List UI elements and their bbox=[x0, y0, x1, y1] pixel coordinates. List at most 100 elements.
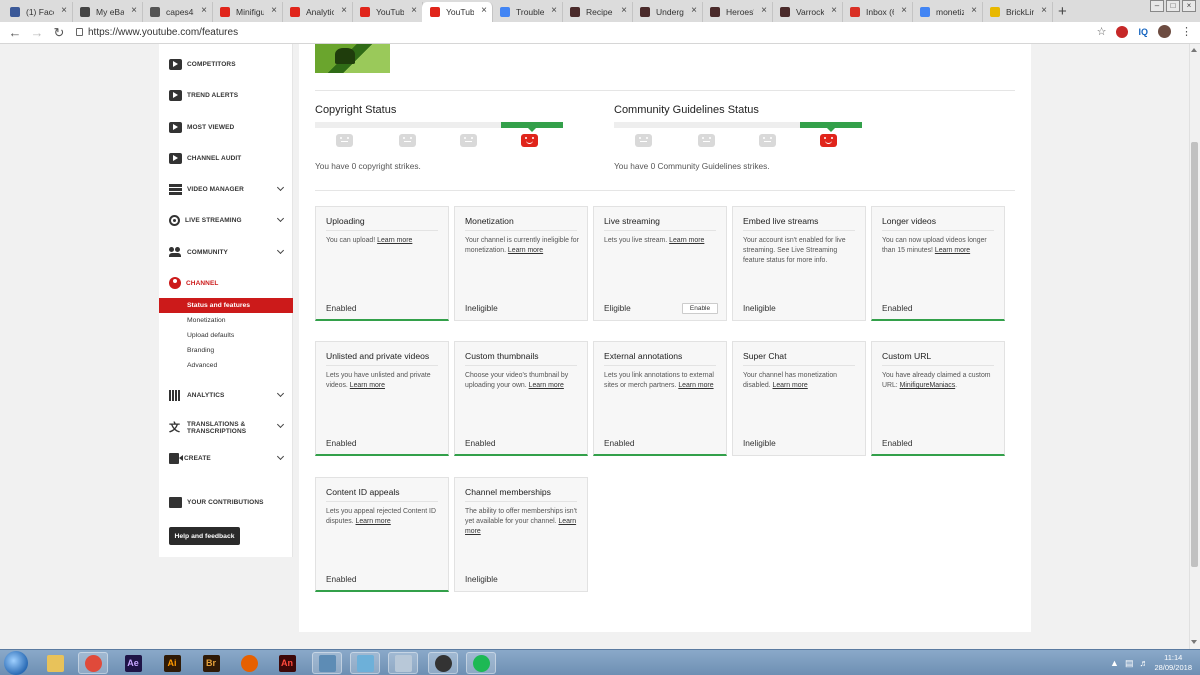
browser-tab[interactable]: (1) Faceb × bbox=[2, 2, 73, 22]
help-feedback-button[interactable]: Help and feedback bbox=[169, 527, 240, 545]
taskbar-app-spotify[interactable] bbox=[466, 652, 496, 674]
new-tab-button[interactable]: + bbox=[1058, 2, 1067, 22]
url-field[interactable]: https://www.youtube.com/features bbox=[88, 27, 238, 38]
learn-more-link[interactable]: Learn more bbox=[669, 237, 704, 244]
scroll-down-icon[interactable] bbox=[1191, 640, 1197, 644]
chevron-down-icon[interactable] bbox=[276, 420, 285, 429]
sidebar-item-channel-audit[interactable]: CHANNEL AUDIT bbox=[159, 148, 293, 168]
taskbar-app-after-effects[interactable]: Ae bbox=[118, 652, 148, 674]
feature-card: Content ID appeals Lets you appeal reject… bbox=[315, 477, 449, 592]
tab-close-icon[interactable]: × bbox=[831, 5, 837, 16]
chevron-down-icon[interactable] bbox=[276, 246, 285, 255]
browser-tab[interactable]: Undergro × bbox=[632, 2, 703, 22]
bookmark-star-icon[interactable]: ☆ bbox=[1097, 25, 1107, 38]
tray-up-arrow-icon[interactable]: ▲ bbox=[1110, 658, 1119, 668]
tab-close-icon[interactable]: × bbox=[551, 5, 557, 16]
restore-icon[interactable]: □ bbox=[1166, 0, 1180, 12]
browser-tab[interactable]: Troublesh × bbox=[492, 2, 563, 22]
learn-more-link[interactable]: Learn more bbox=[529, 382, 564, 389]
chevron-down-icon[interactable] bbox=[276, 389, 285, 398]
sidebar-subitem[interactable]: Monetization bbox=[159, 313, 293, 328]
taskbar-app-chrome[interactable] bbox=[78, 652, 108, 674]
chevron-down-icon[interactable] bbox=[276, 452, 285, 461]
sidebar-subitem[interactable]: Status and features bbox=[159, 298, 293, 313]
tab-close-icon[interactable]: × bbox=[201, 5, 207, 16]
forward-icon[interactable]: → bbox=[26, 25, 48, 40]
sidebar-subitem[interactable]: Upload defaults bbox=[159, 328, 293, 343]
minimize-icon[interactable]: – bbox=[1150, 0, 1164, 12]
taskbar-app-webcam[interactable] bbox=[428, 652, 458, 674]
sidebar-item-community[interactable]: COMMUNITY bbox=[159, 242, 293, 262]
browser-tab[interactable]: Heroes' C × bbox=[702, 2, 773, 22]
scroll-up-icon[interactable] bbox=[1191, 48, 1197, 52]
tab-close-icon[interactable]: × bbox=[341, 5, 347, 16]
taskbar-app-photos[interactable] bbox=[312, 652, 342, 674]
tab-close-icon[interactable]: × bbox=[761, 5, 767, 16]
browser-tab[interactable]: Recipe fo × bbox=[562, 2, 633, 22]
sidebar-item-most-viewed[interactable]: MOST VIEWED bbox=[159, 117, 293, 137]
start-button[interactable] bbox=[4, 651, 28, 675]
tab-close-icon[interactable]: × bbox=[411, 5, 417, 16]
extension-icon[interactable] bbox=[1116, 25, 1129, 38]
browser-tab[interactable]: Inbox (64 × bbox=[842, 2, 913, 22]
tab-close-icon[interactable]: × bbox=[131, 5, 137, 16]
tab-close-icon[interactable]: × bbox=[971, 5, 977, 16]
tab-close-icon[interactable]: × bbox=[61, 5, 67, 16]
tab-close-icon[interactable]: × bbox=[901, 5, 907, 16]
sidebar-item-channel[interactable]: CHANNEL bbox=[159, 273, 293, 293]
learn-more-link[interactable]: Learn more bbox=[678, 382, 713, 389]
browser-tab[interactable]: Analytics × bbox=[282, 2, 353, 22]
learn-more-link[interactable]: Learn more bbox=[356, 518, 391, 525]
sidebar-item-live-streaming[interactable]: LIVE STREAMING bbox=[159, 210, 293, 230]
learn-more-link[interactable]: Learn more bbox=[508, 247, 543, 254]
tab-close-icon[interactable]: × bbox=[621, 5, 627, 16]
browser-tab[interactable]: monetiza × bbox=[912, 2, 983, 22]
browser-tab[interactable]: YouTube × bbox=[352, 2, 423, 22]
tab-close-icon[interactable]: × bbox=[271, 5, 277, 16]
back-icon[interactable]: ← bbox=[4, 25, 26, 40]
clock[interactable]: 11:14 28/09/2018 bbox=[1154, 653, 1192, 673]
network-icon[interactable]: ▤ bbox=[1125, 658, 1134, 669]
browser-tab[interactable]: Minifigur × bbox=[212, 2, 283, 22]
sidebar-item-trend-alerts[interactable]: TREND ALERTS bbox=[159, 85, 293, 105]
sidebar-item-create[interactable]: CREATE bbox=[159, 448, 293, 468]
browser-tab[interactable]: My eBay × bbox=[72, 2, 143, 22]
chevron-down-icon[interactable] bbox=[276, 183, 285, 192]
tab-close-icon[interactable]: × bbox=[691, 5, 697, 16]
tab-close-icon[interactable]: × bbox=[1041, 5, 1047, 16]
browser-tab[interactable]: BrickLink × bbox=[982, 2, 1053, 22]
browser-tab[interactable]: YouTube × bbox=[422, 2, 493, 22]
tab-close-icon[interactable]: × bbox=[481, 5, 487, 16]
taskbar-app-illustrator[interactable]: Ai bbox=[157, 652, 187, 674]
close-window-icon[interactable]: × bbox=[1182, 0, 1196, 12]
sidebar-item-translations-transcriptions[interactable]: 文 TRANSLATIONS & TRANSCRIPTIONS bbox=[159, 416, 293, 440]
profile-avatar[interactable] bbox=[1158, 25, 1171, 38]
sidebar-subitem[interactable]: Branding bbox=[159, 343, 293, 358]
taskbar-app-bridge[interactable]: Br bbox=[196, 652, 226, 674]
menu-icon[interactable]: ⋮ bbox=[1181, 25, 1192, 38]
learn-more-link[interactable]: Learn more bbox=[935, 247, 970, 254]
learn-more-link[interactable]: Learn more bbox=[350, 382, 385, 389]
taskbar-app-notepad[interactable] bbox=[350, 652, 380, 674]
taskbar-app-explorer[interactable] bbox=[40, 652, 70, 674]
learn-more-link[interactable]: Learn more bbox=[773, 382, 808, 389]
enable-button[interactable]: Enable bbox=[682, 303, 718, 314]
webcam-icon bbox=[434, 654, 452, 672]
sidebar-item-competitors[interactable]: COMPETITORS bbox=[159, 54, 293, 74]
volume-icon[interactable]: ♬ bbox=[1139, 658, 1148, 668]
sidebar-subitem[interactable]: Advanced bbox=[159, 358, 293, 373]
browser-tab[interactable]: Varrock D × bbox=[772, 2, 843, 22]
learn-more-link[interactable]: Learn more bbox=[377, 237, 412, 244]
scrollbar-thumb[interactable] bbox=[1191, 142, 1198, 567]
sidebar-item-your-contributions[interactable]: YOUR CONTRIBUTIONS bbox=[159, 492, 293, 512]
chevron-down-icon[interactable] bbox=[276, 214, 285, 223]
learn-more-link[interactable]: MinifigureManiacs bbox=[900, 382, 956, 389]
browser-tab[interactable]: capes4m × bbox=[142, 2, 213, 22]
taskbar-app-animate[interactable]: An bbox=[272, 652, 302, 674]
taskbar-app-firefox[interactable] bbox=[234, 652, 264, 674]
sidebar-item-analytics[interactable]: ANALYTICS bbox=[159, 385, 293, 405]
sidebar-item-video-manager[interactable]: VIDEO MANAGER bbox=[159, 179, 293, 199]
taskbar-app-calculator[interactable] bbox=[388, 652, 418, 674]
reload-icon[interactable]: ↻ bbox=[48, 25, 70, 41]
iq-extension-icon[interactable]: IQ bbox=[1138, 27, 1148, 37]
